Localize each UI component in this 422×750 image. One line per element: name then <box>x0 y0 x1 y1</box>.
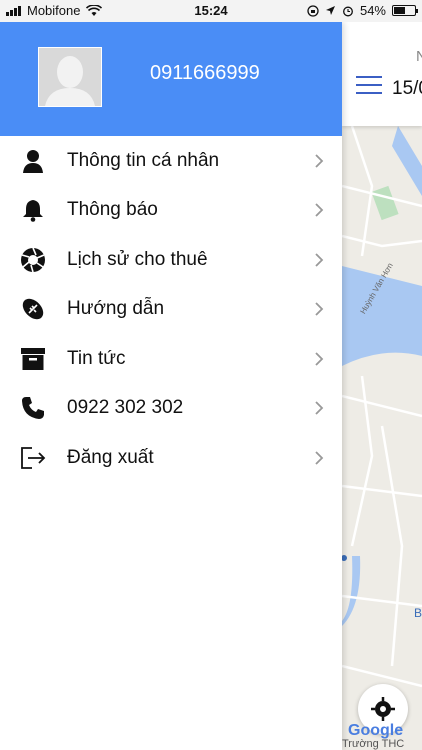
chevron-right-icon <box>315 302 324 316</box>
chevron-right-icon <box>315 352 324 366</box>
menu-item-news[interactable]: Tin tức <box>0 334 342 384</box>
logout-icon <box>20 445 46 471</box>
menu-item-logout[interactable]: Đăng xuất <box>0 433 342 483</box>
menu-item-label: Thông báo <box>67 199 158 221</box>
menu-item-notifications[interactable]: Thông báo <box>0 186 342 236</box>
phone-icon <box>20 395 46 421</box>
menu-item-hotline[interactable]: 0922 302 302 <box>0 384 342 434</box>
person-icon <box>20 148 46 174</box>
alarm-icon <box>343 6 353 16</box>
menu-item-guide[interactable]: Hướng dẫn <box>0 285 342 335</box>
user-avatar-icon <box>39 48 101 106</box>
chevron-right-icon <box>315 154 324 168</box>
archive-icon <box>20 346 46 372</box>
menu-item-label: Lịch sử cho thuê <box>67 248 208 270</box>
map-view[interactable]: N 15/0 Huỳnh Văn Hơn B Google Trường TH <box>342 22 422 750</box>
crosshair-icon <box>371 697 395 721</box>
menu-item-label: Đăng xuất <box>67 446 154 468</box>
menu-item-label: 0922 302 302 <box>67 397 184 419</box>
bell-icon <box>20 197 46 223</box>
chevron-right-icon <box>315 451 324 465</box>
menu-item-label: Hướng dẫn <box>67 298 165 320</box>
navigation-drawer: 0911666999 Thông tin cá nhân Thông báo L… <box>0 22 342 750</box>
menu-item-personal-info[interactable]: Thông tin cá nhân <box>0 136 342 186</box>
aperture-icon <box>20 247 46 273</box>
map-header-title: N <box>416 48 422 65</box>
battery-percent: 54% <box>359 3 386 18</box>
status-bar: Mobifone 15:24 54% <box>0 0 422 22</box>
user-phone-number: 0911666999 <box>150 62 260 84</box>
drawer-header: 0911666999 <box>0 22 342 136</box>
menu-item-label: Thông tin cá nhân <box>67 149 220 171</box>
menu-item-label: Tin tức <box>67 347 126 369</box>
map-header-date: 15/0 <box>392 78 422 99</box>
battery-icon <box>392 5 418 16</box>
chevron-right-icon <box>315 401 324 415</box>
hamburger-menu-icon[interactable] <box>356 76 382 96</box>
menu-item-rental-history[interactable]: Lịch sử cho thuê <box>0 235 342 285</box>
drawer-menu: Thông tin cá nhân Thông báo Lịch sử cho … <box>0 136 342 483</box>
map-header: N 15/0 <box>342 22 422 126</box>
chevron-right-icon <box>315 203 324 217</box>
football-icon <box>20 296 46 322</box>
map-label: B <box>414 606 422 620</box>
chevron-right-icon <box>315 253 324 267</box>
rotation-lock-icon <box>307 4 319 17</box>
map-bottom-label: Trường THC <box>342 738 405 750</box>
location-arrow-icon <box>325 6 335 15</box>
map-roads <box>342 126 422 688</box>
avatar[interactable] <box>38 47 102 107</box>
